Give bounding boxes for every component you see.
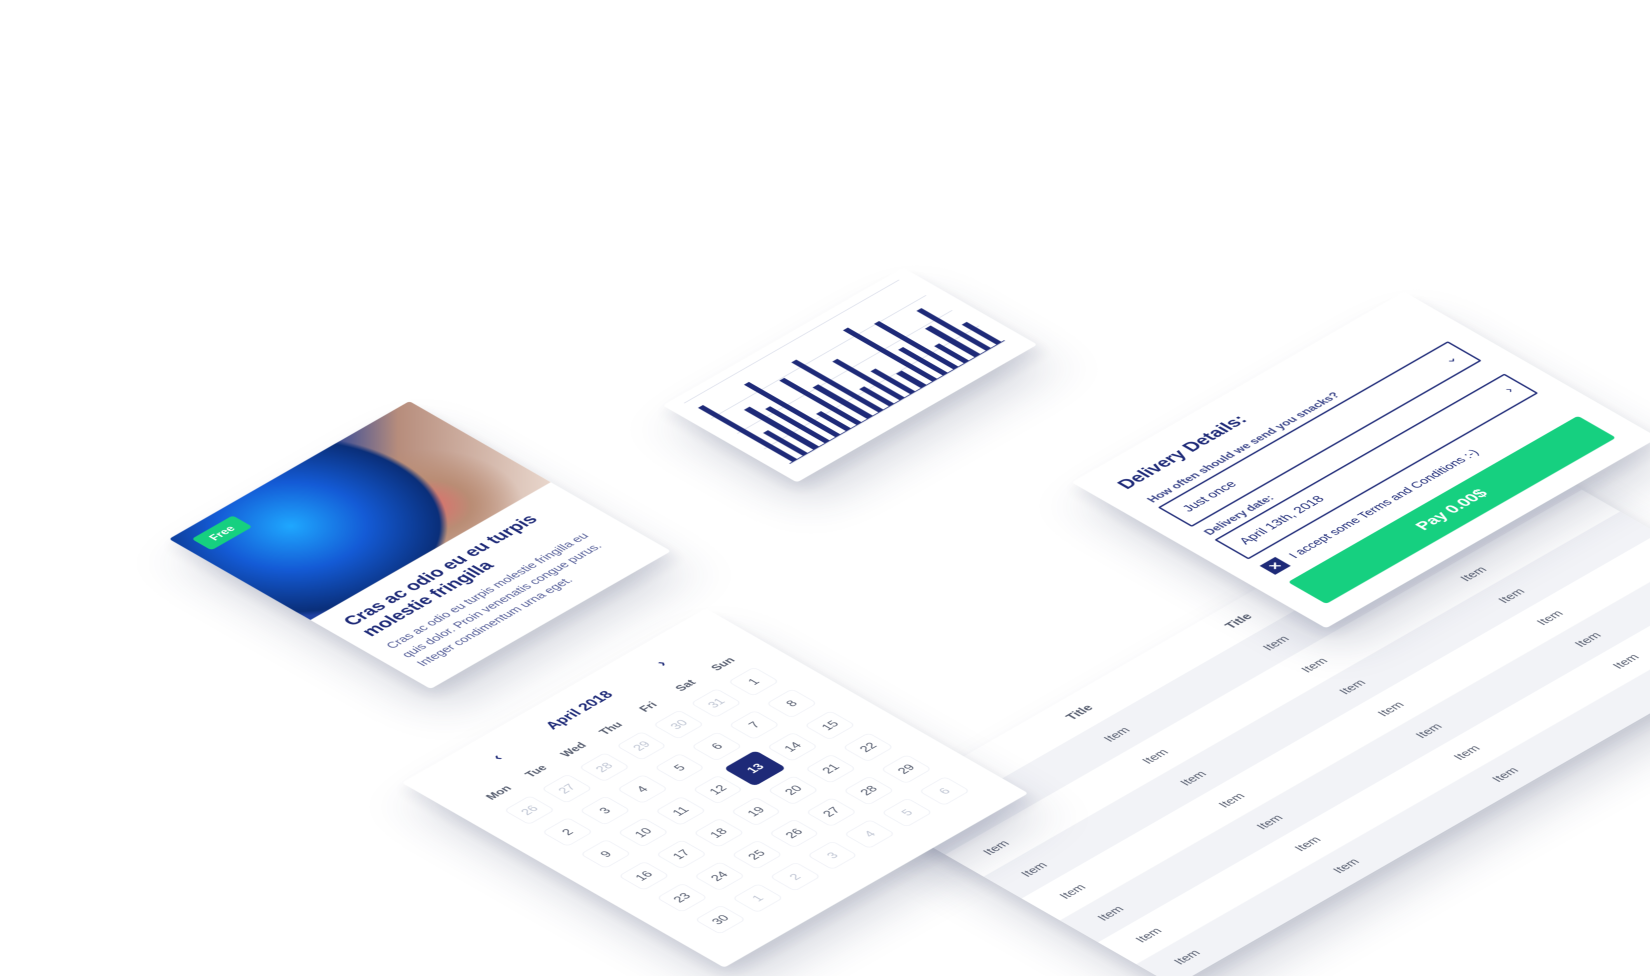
calendar-grid: MonTueWedThuFriSatSun2627282930311234567… [463,644,988,945]
calendar-day[interactable]: 25 [725,837,788,873]
frequency-value: Just once [1180,479,1241,514]
calendar-day[interactable]: 4 [838,816,901,852]
calendar-day[interactable]: 19 [725,794,788,830]
calendar: ‹ April 2018 › MonTueWedThuFriSatSun2627… [402,608,1028,967]
chart-bar [813,384,873,418]
calendar-day[interactable]: 16 [612,858,675,894]
calendar-day[interactable]: 5 [876,794,939,830]
calendar-day[interactable]: 23 [651,880,714,916]
calendar-prev-button[interactable]: ‹ [478,746,517,768]
article-card: Free Cras ac odio eu eu turpis molestie … [169,401,671,689]
calendar-day[interactable]: 18 [687,815,750,851]
chart-bar [744,382,840,437]
terms-checkbox[interactable]: ✕ [1260,557,1291,575]
chart-bar [765,406,829,443]
calendar-day[interactable]: 1 [726,880,789,916]
calendar-day[interactable]: 27 [800,794,863,830]
calendar-day[interactable]: 11 [649,793,712,829]
chart-bar [871,368,916,394]
chart-bar [832,359,904,400]
calendar-day[interactable]: 17 [650,836,713,872]
chevron-right-icon: › [1501,385,1517,394]
chevron-down-icon: ⌄ [1438,353,1462,367]
chart-bar [816,411,851,431]
chart-bar [698,405,797,462]
chart-bar [744,407,818,450]
calendar-day[interactable]: 2 [536,814,599,850]
calendar-day[interactable]: 3 [801,837,864,873]
calendar-day[interactable]: 6 [913,773,976,809]
calendar-weekday: Mon [476,780,523,807]
calendar-day[interactable]: 24 [688,858,751,894]
chart-bar [859,386,894,406]
calendar-day[interactable]: 2 [764,859,827,895]
calendar-day[interactable]: 26 [763,815,826,851]
calendar-next-button[interactable]: › [642,652,681,674]
calendar-day[interactable]: 9 [574,836,637,872]
chart-bar [763,430,808,456]
chart-bar [779,378,861,425]
calendar-day[interactable]: 10 [612,814,675,850]
article-hero-image [169,401,551,620]
calendar-day[interactable]: 3 [573,793,636,829]
bar-chart [663,268,1038,483]
chart-bar [791,360,883,413]
calendar-day[interactable]: 30 [689,902,752,938]
calendar-day[interactable]: 26 [498,792,561,828]
chart-bar [962,322,1002,345]
